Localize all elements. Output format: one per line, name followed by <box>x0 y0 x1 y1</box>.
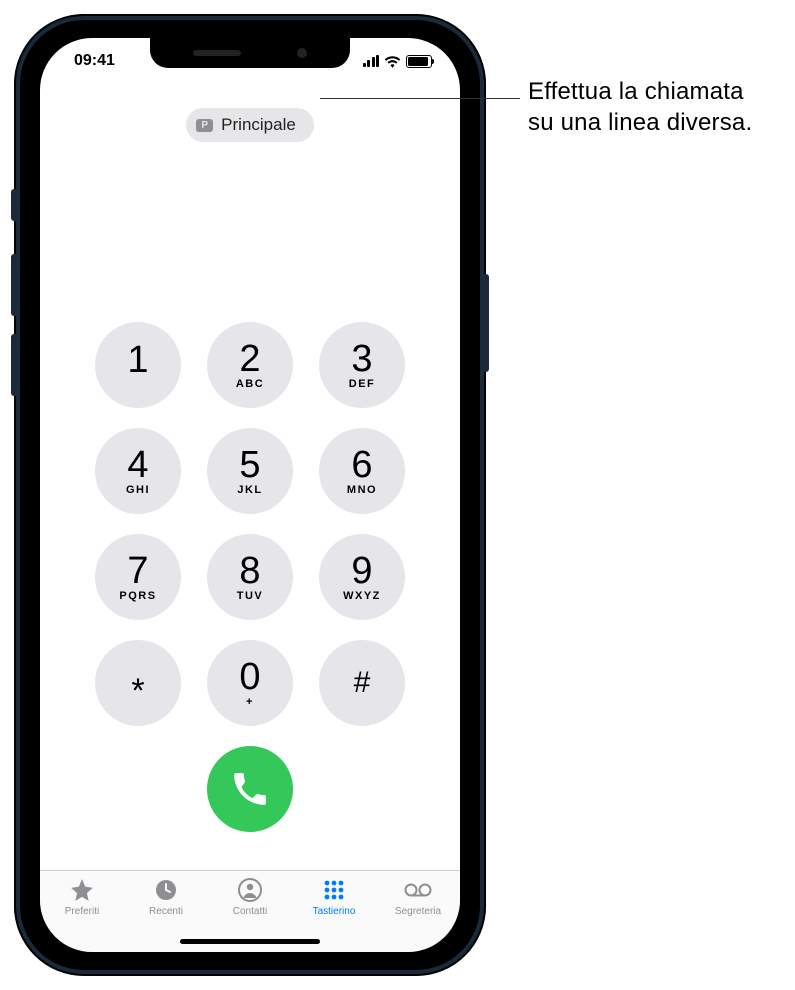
tab-label: Segreteria <box>395 906 441 917</box>
callout-leader <box>320 98 520 99</box>
key-9[interactable]: 9 WXYZ <box>319 534 405 620</box>
key-8[interactable]: 8 TUV <box>207 534 293 620</box>
status-time: 09:41 <box>74 52 115 70</box>
key-digit: 3 <box>351 340 372 378</box>
key-digit: 0 <box>239 658 260 696</box>
key-digit: 6 <box>351 446 372 484</box>
callout-text: Effettua la chiamata su una linea divers… <box>528 76 752 138</box>
tab-label: Contatti <box>233 906 267 917</box>
key-letters: GHI <box>126 484 150 496</box>
volume-down-button[interactable] <box>11 334 16 396</box>
key-2[interactable]: 2 ABC <box>207 322 293 408</box>
tab-favorites[interactable]: Preferiti <box>52 877 112 917</box>
notch <box>150 38 350 68</box>
call-button[interactable] <box>207 746 293 832</box>
key-digit: 7 <box>127 552 148 590</box>
key-letters: DEF <box>349 378 376 390</box>
key-6[interactable]: 6 MNO <box>319 428 405 514</box>
key-letters: + <box>246 696 254 708</box>
key-digit: 2 <box>239 340 260 378</box>
key-digit: # <box>354 668 371 698</box>
key-letters: MNO <box>347 484 377 496</box>
tab-recents[interactable]: Recenti <box>136 877 196 917</box>
key-letters: TUV <box>237 590 264 602</box>
key-letters: WXYZ <box>343 590 381 602</box>
home-indicator[interactable] <box>180 939 320 944</box>
phone-icon <box>231 770 269 808</box>
silence-switch[interactable] <box>11 189 16 221</box>
tab-voicemail[interactable]: Segreteria <box>388 877 448 917</box>
tab-label: Recenti <box>149 906 183 917</box>
key-letters: ABC <box>236 378 264 390</box>
key-digit: 5 <box>239 446 260 484</box>
cellular-signal-icon <box>363 55 380 67</box>
front-camera-icon <box>297 48 307 58</box>
volume-up-button[interactable] <box>11 254 16 316</box>
voicemail-icon <box>403 877 433 903</box>
key-3[interactable]: 3 DEF <box>319 322 405 408</box>
key-5[interactable]: 5 JKL <box>207 428 293 514</box>
key-digit: 4 <box>127 446 148 484</box>
key-letters: JKL <box>237 484 262 496</box>
contact-icon <box>238 877 262 903</box>
keypad: 1 2 ABC 3 DEF 4 GHI <box>40 322 460 726</box>
tab-label: Tastierino <box>313 906 356 917</box>
key-4[interactable]: 4 GHI <box>95 428 181 514</box>
battery-icon <box>406 55 432 68</box>
key-digit: * <box>131 674 144 708</box>
keypad-icon <box>322 877 346 903</box>
keypad-area: 1 2 ABC 3 DEF 4 GHI <box>40 142 460 870</box>
line-label: Principale <box>221 115 296 135</box>
power-button[interactable] <box>484 274 489 372</box>
star-icon <box>69 877 95 903</box>
line-badge: P <box>196 119 213 132</box>
key-0[interactable]: 0 + <box>207 640 293 726</box>
clock-icon <box>154 877 178 903</box>
key-digit: 9 <box>351 552 372 590</box>
key-7[interactable]: 7 PQRS <box>95 534 181 620</box>
phone-frame: 09:41 P Principale 1 <box>14 14 486 976</box>
speaker-icon <box>193 50 241 56</box>
key-hash[interactable]: # <box>319 640 405 726</box>
key-digit: 1 <box>127 341 148 379</box>
screen: 09:41 P Principale 1 <box>40 38 460 952</box>
tab-contacts[interactable]: Contatti <box>220 877 280 917</box>
key-1[interactable]: 1 <box>95 322 181 408</box>
key-letters: PQRS <box>119 590 156 602</box>
line-selector[interactable]: P Principale <box>186 108 314 142</box>
wifi-icon <box>384 55 401 68</box>
tab-label: Preferiti <box>65 906 99 917</box>
tab-keypad[interactable]: Tastierino <box>304 877 364 917</box>
key-digit: 8 <box>239 552 260 590</box>
key-star[interactable]: * <box>95 640 181 726</box>
